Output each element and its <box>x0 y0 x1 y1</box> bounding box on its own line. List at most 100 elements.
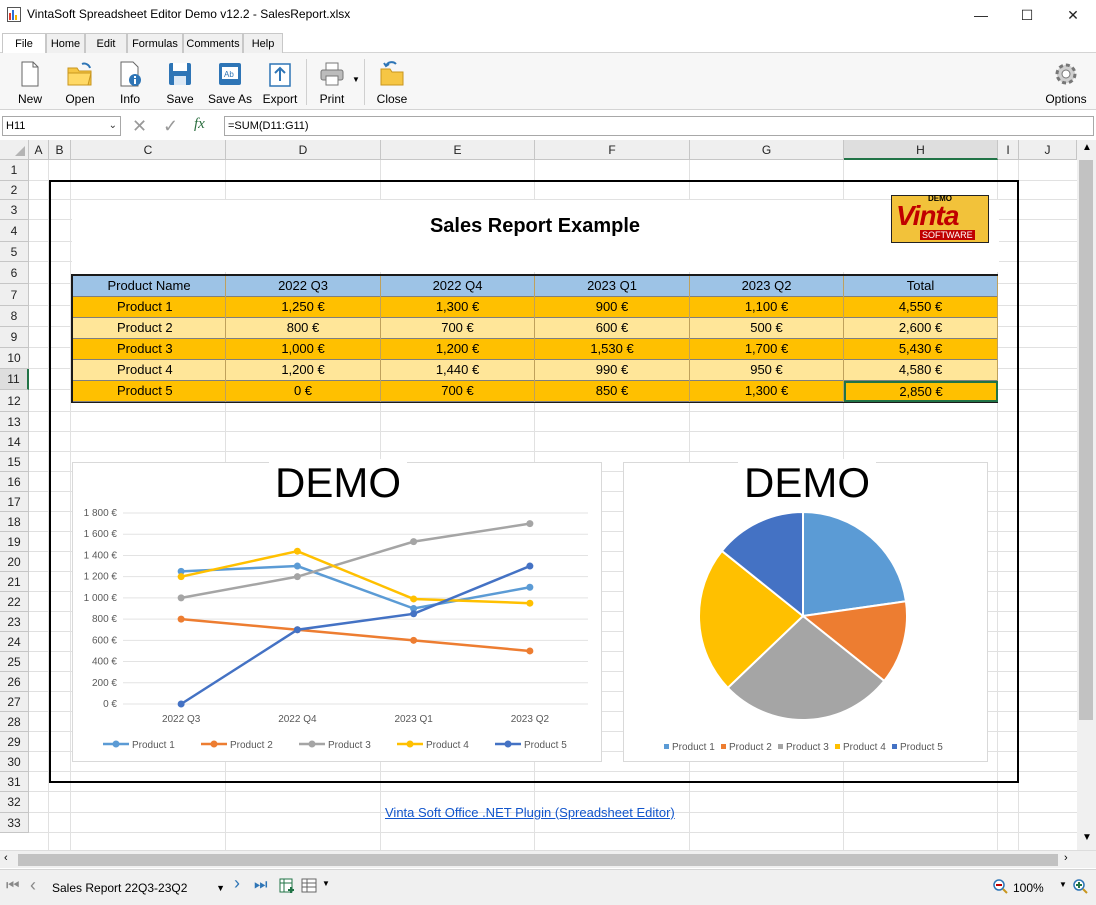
scroll-right-icon[interactable]: › <box>1064 852 1068 864</box>
tab-comments[interactable]: Comments <box>183 33 243 53</box>
row-header-2[interactable]: 2 <box>0 181 29 200</box>
column-header-h[interactable]: H <box>844 140 998 160</box>
row-header-20[interactable]: 20 <box>0 552 29 572</box>
vertical-scroll-thumb[interactable] <box>1079 160 1093 720</box>
save-as-button[interactable]: Ab Save As <box>206 57 254 107</box>
row-header-27[interactable]: 27 <box>0 692 29 712</box>
vertical-scrollbar[interactable]: ▲ ▼ <box>1077 140 1096 850</box>
print-button[interactable]: Print <box>312 57 352 107</box>
table-cell[interactable]: 1,250 € <box>226 297 381 318</box>
table-cell[interactable]: 1,300 € <box>690 381 844 402</box>
row-header-25[interactable]: 25 <box>0 652 29 672</box>
table-cell[interactable]: 500 € <box>690 318 844 339</box>
column-header-a[interactable]: A <box>29 140 49 160</box>
table-cell[interactable]: 1,300 € <box>381 297 535 318</box>
row-header-16[interactable]: 16 <box>0 472 29 492</box>
formula-input[interactable]: =SUM(D11:G11) <box>224 116 1094 136</box>
table-cell[interactable]: 700 € <box>381 318 535 339</box>
row-header-18[interactable]: 18 <box>0 512 29 532</box>
zoom-dropdown-icon[interactable]: ▼ <box>1059 880 1067 889</box>
next-sheet-icon[interactable]: › <box>234 873 240 894</box>
row-header-13[interactable]: 13 <box>0 412 29 432</box>
column-header-g[interactable]: G <box>690 140 844 160</box>
table-cell[interactable]: 4,580 € <box>844 360 998 381</box>
options-button[interactable]: Options <box>1040 57 1092 107</box>
line-chart[interactable]: 0 € 200 € 400 € 600 € 800 € 1 000 € 1 200 € 1 4… <box>72 459 602 762</box>
name-box[interactable]: H11 ⌄ <box>2 116 121 136</box>
row-header-1[interactable]: 1 <box>0 160 29 181</box>
row-header-15[interactable]: 15 <box>0 452 29 472</box>
spreadsheet-grid[interactable]: ABCDEFGHIJ 1 2 3 4 5 6 7 8 9 10 11 12 13 14 15 16 17 18 19… <box>0 140 1096 850</box>
row-header-31[interactable]: 31 <box>0 772 29 792</box>
column-header-j[interactable]: J <box>1019 140 1077 160</box>
row-header-19[interactable]: 19 <box>0 532 29 552</box>
table-cell[interactable]: 2,850 € <box>844 381 998 402</box>
column-header-d[interactable]: D <box>226 140 381 160</box>
print-dropdown-icon[interactable]: ▼ <box>352 75 360 84</box>
row-header-32[interactable]: 32 <box>0 792 29 813</box>
row-header-26[interactable]: 26 <box>0 672 29 692</box>
table-cell[interactable]: 1,530 € <box>535 339 690 360</box>
info-button[interactable]: Info <box>110 57 150 107</box>
table-header-cell[interactable]: 2023 Q1 <box>535 276 690 297</box>
table-cell[interactable]: 990 € <box>535 360 690 381</box>
table-cell[interactable]: 1,200 € <box>226 360 381 381</box>
row-header-14[interactable]: 14 <box>0 432 29 452</box>
table-cell[interactable]: 800 € <box>226 318 381 339</box>
table-cell[interactable]: 1,200 € <box>381 339 535 360</box>
row-header-6[interactable]: 6 <box>0 262 29 284</box>
horizontal-scrollbar[interactable]: ‹ › <box>0 850 1096 868</box>
prev-sheet-icon[interactable]: ‹ <box>30 875 36 896</box>
table-cell[interactable]: 600 € <box>535 318 690 339</box>
table-cell[interactable]: 5,430 € <box>844 339 998 360</box>
tab-file[interactable]: File <box>2 33 46 54</box>
new-button[interactable]: New <box>10 57 50 107</box>
row-header-7[interactable]: 7 <box>0 284 29 306</box>
first-sheet-icon[interactable]: ⏮ <box>6 877 20 894</box>
table-header-cell[interactable]: 2022 Q4 <box>381 276 535 297</box>
row-header-3[interactable]: 3 <box>0 200 29 220</box>
table-cell[interactable]: 1,440 € <box>381 360 535 381</box>
scroll-down-icon[interactable]: ▼ <box>1082 832 1092 843</box>
last-sheet-icon[interactable]: ⏭ <box>254 876 268 893</box>
table-cell[interactable]: 900 € <box>535 297 690 318</box>
cancel-edit-icon[interactable]: ✕ <box>132 116 147 137</box>
close-file-button[interactable]: Close <box>372 57 412 107</box>
table-header-cell[interactable]: 2023 Q2 <box>690 276 844 297</box>
tab-formulas[interactable]: Formulas <box>127 33 183 53</box>
insert-function-icon[interactable]: fx <box>194 116 205 133</box>
scroll-up-icon[interactable]: ▲ <box>1082 142 1092 153</box>
row-header-29[interactable]: 29 <box>0 732 29 752</box>
confirm-edit-icon[interactable]: ✓ <box>163 116 178 137</box>
row-header-10[interactable]: 10 <box>0 348 29 369</box>
row-header-23[interactable]: 23 <box>0 612 29 632</box>
sheet-menu-dropdown-icon[interactable]: ▼ <box>322 879 330 888</box>
table-cell[interactable]: Product 2 <box>73 318 226 339</box>
row-header-8[interactable]: 8 <box>0 306 29 327</box>
tab-home[interactable]: Home <box>46 33 85 53</box>
plugin-link[interactable]: Vinta Soft Office .NET Plugin (Spreadshe… <box>385 805 675 820</box>
scroll-left-icon[interactable]: ‹ <box>4 852 8 864</box>
close-window-button[interactable]: ✕ <box>1050 0 1096 30</box>
pie-chart[interactable]: Product 1 Product 2 Product 3 Product 4 Prod… <box>623 459 988 762</box>
zoom-out-icon[interactable] <box>992 878 1008 894</box>
row-header-11[interactable]: 11 <box>0 369 29 390</box>
table-cell[interactable]: Product 5 <box>73 381 226 402</box>
tab-edit[interactable]: Edit <box>85 33 127 53</box>
table-header-cell[interactable]: Total <box>844 276 998 297</box>
table-cell[interactable]: 1,700 € <box>690 339 844 360</box>
horizontal-scroll-thumb[interactable] <box>18 854 1058 866</box>
chevron-down-icon[interactable]: ⌄ <box>109 117 117 135</box>
row-header-4[interactable]: 4 <box>0 220 29 242</box>
table-cell[interactable]: Product 4 <box>73 360 226 381</box>
column-header-f[interactable]: F <box>535 140 690 160</box>
column-header-c[interactable]: C <box>71 140 226 160</box>
row-header-30[interactable]: 30 <box>0 752 29 772</box>
table-cell[interactable]: Product 3 <box>73 339 226 360</box>
table-header-cell[interactable]: Product Name <box>73 276 226 297</box>
table-cell[interactable]: 1,100 € <box>690 297 844 318</box>
export-button[interactable]: Export <box>260 57 300 107</box>
row-header-22[interactable]: 22 <box>0 592 29 612</box>
column-header-b[interactable]: B <box>49 140 71 160</box>
add-sheet-icon[interactable] <box>279 878 295 894</box>
